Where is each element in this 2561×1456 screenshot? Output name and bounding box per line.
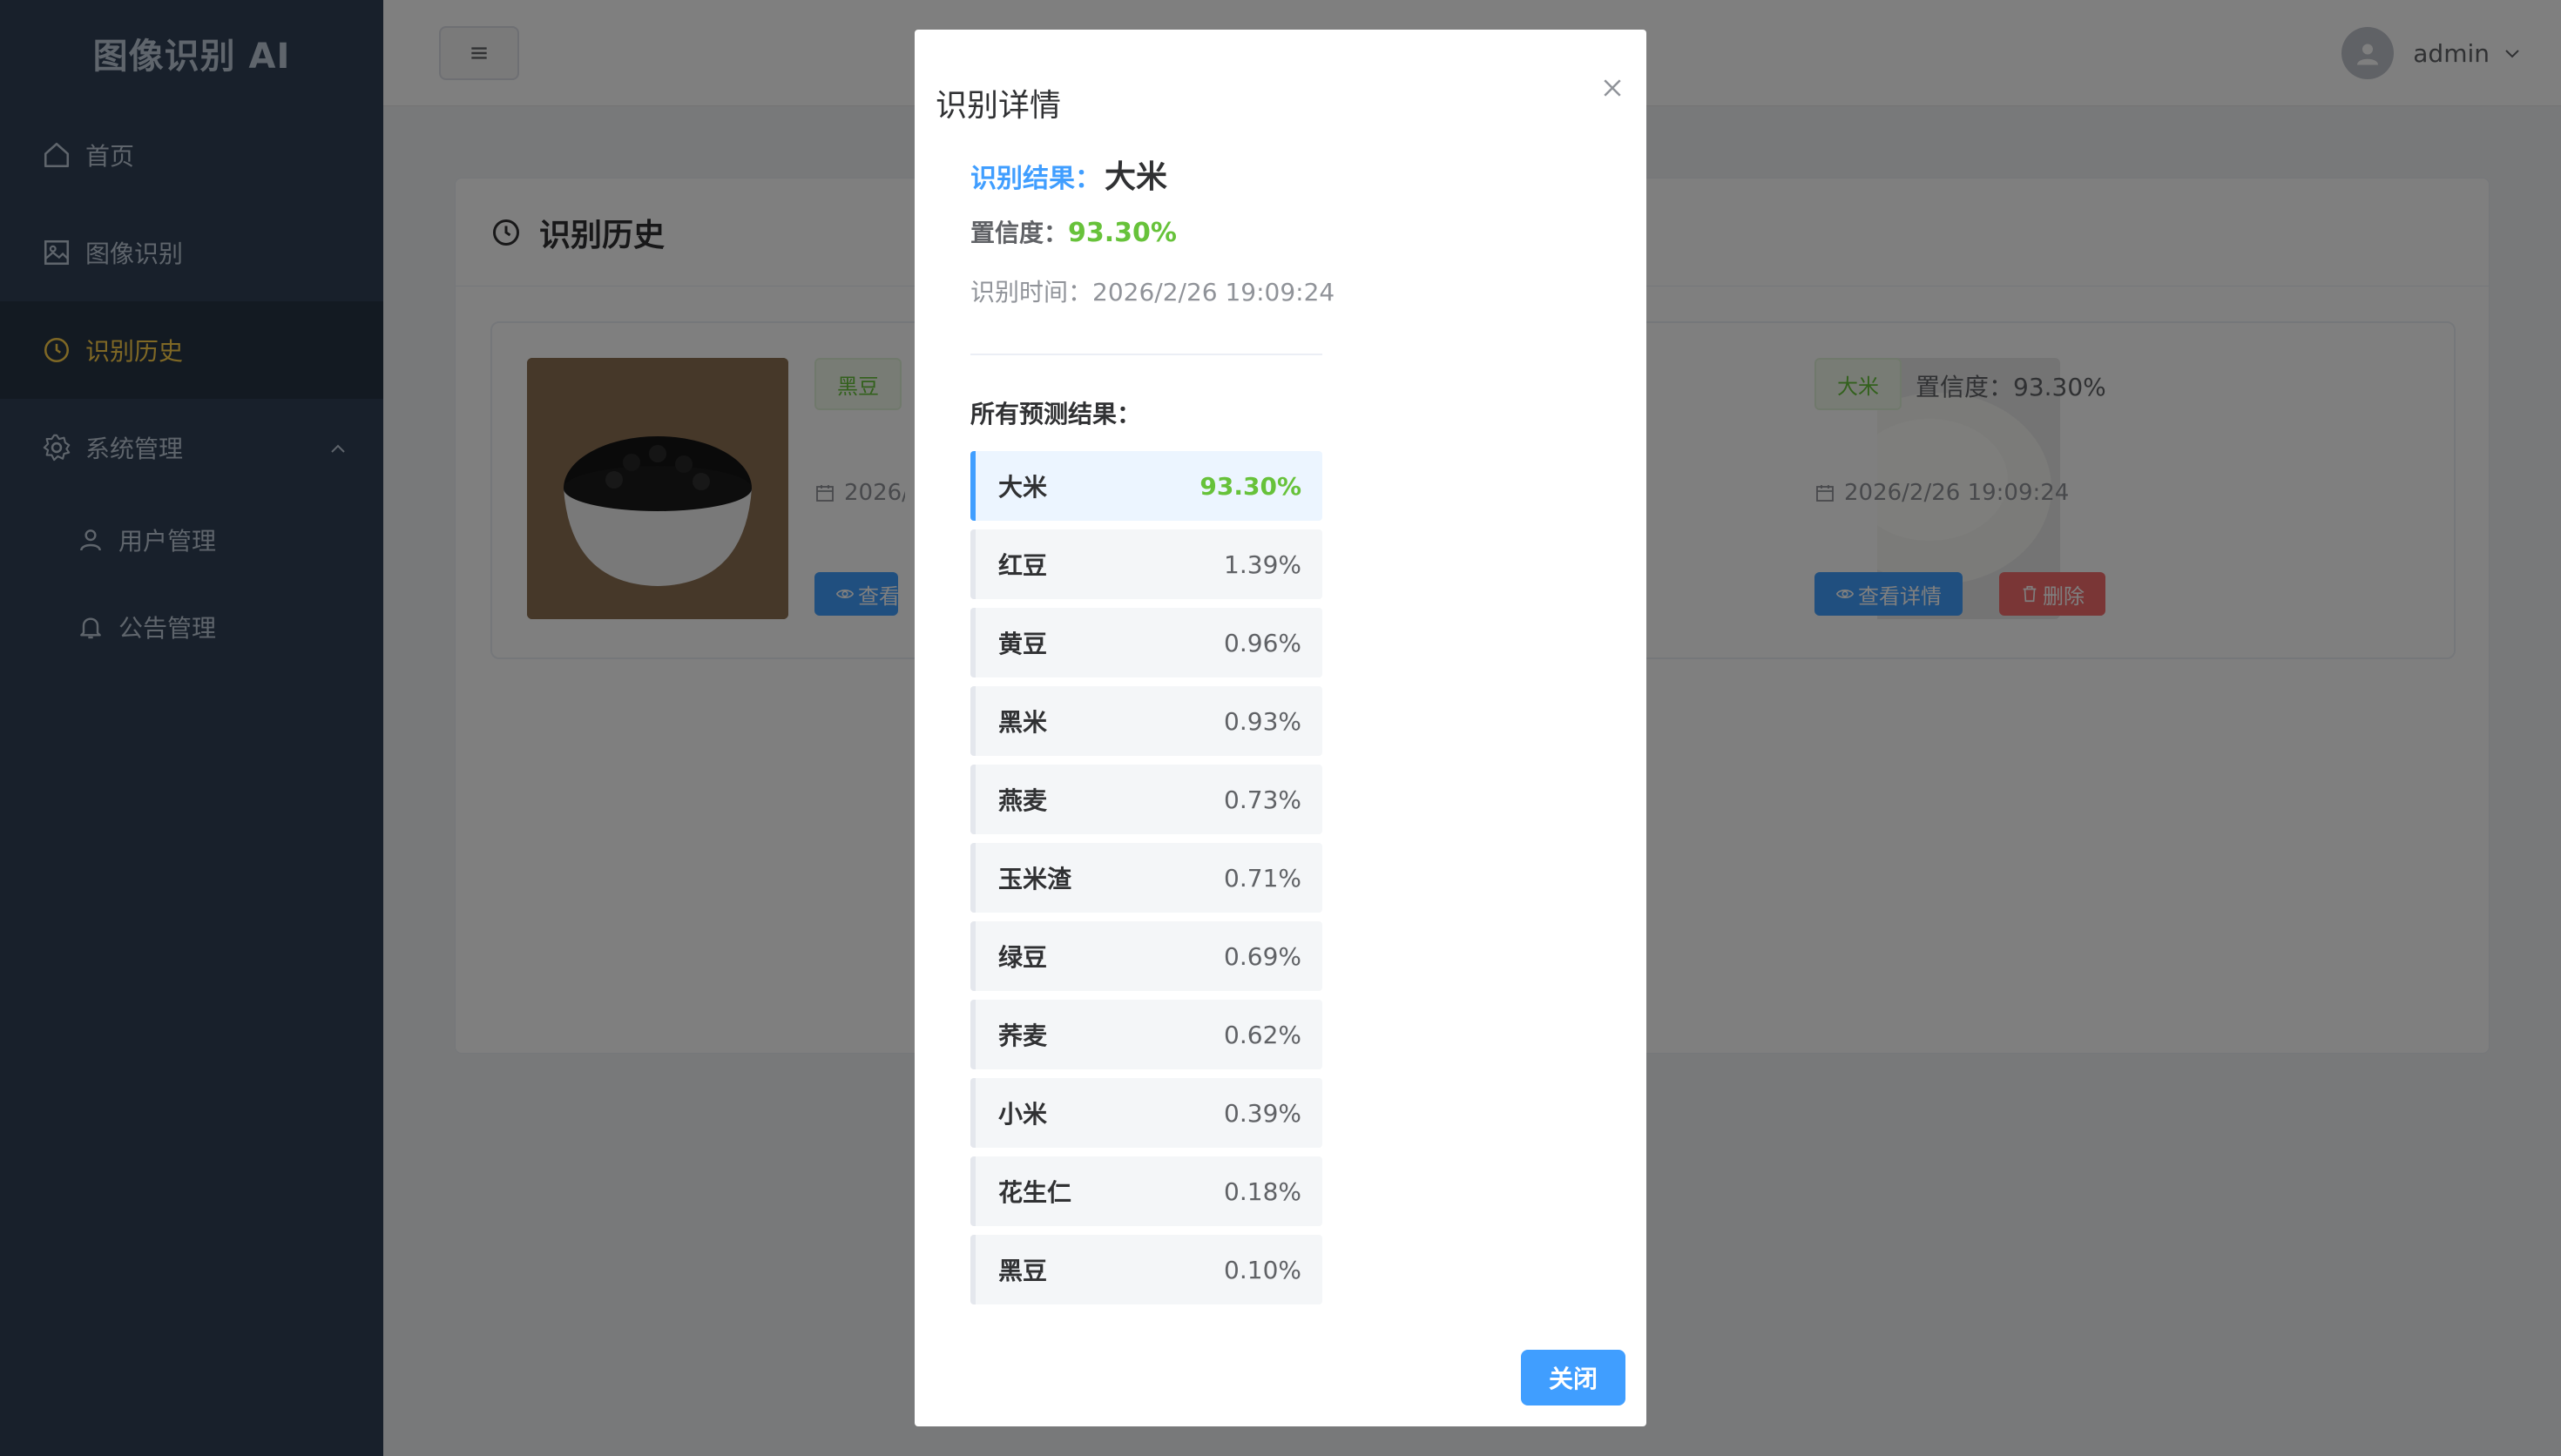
divider (970, 354, 1322, 355)
prediction-value: 93.30% (1199, 471, 1301, 501)
prediction-value: 0.69% (1224, 941, 1301, 971)
prediction-name: 燕麦 (998, 786, 1048, 815)
dialog-title: 识别详情 (936, 88, 1062, 124)
result-label: 识别结果： (970, 164, 1101, 194)
close-button[interactable]: 关闭 (1521, 1350, 1625, 1405)
time-value: 2026/2/26 19:09:24 (1092, 278, 1335, 307)
prediction-value: 0.96% (1224, 628, 1301, 657)
prediction-item: 燕麦 0.73% (970, 765, 1322, 834)
prediction-name: 荞麦 (998, 1021, 1048, 1050)
prediction-item: 玉米渣 0.71% (970, 843, 1322, 913)
prediction-item: 小米 0.39% (970, 1078, 1322, 1148)
prediction-value: 0.39% (1224, 1098, 1301, 1128)
prediction-name: 玉米渣 (998, 865, 1072, 893)
close-icon[interactable] (1599, 75, 1625, 101)
prediction-name: 黑米 (998, 708, 1048, 737)
prediction-value: 0.18% (1224, 1176, 1301, 1206)
confidence-value: 93.30% (1068, 218, 1177, 248)
recognition-result: 识别结果： 大米 (970, 152, 1167, 197)
prediction-name: 大米 (998, 473, 1048, 502)
prediction-value: 0.73% (1224, 785, 1301, 814)
prediction-item: 大米 93.30% (970, 451, 1322, 521)
detail-dialog: 识别详情 识别结果： 大米 置信度： 93.30% 识别时间： 2026/2/2… (915, 30, 1646, 1426)
prediction-item: 黑米 0.93% (970, 686, 1322, 756)
prediction-name: 小米 (998, 1100, 1048, 1129)
prediction-name: 红豆 (998, 551, 1048, 580)
result-value: 大米 (1105, 159, 1168, 195)
all-predictions-title: 所有预测结果： (970, 400, 1142, 428)
prediction-value: 1.39% (1224, 549, 1301, 579)
prediction-item: 黄豆 0.96% (970, 608, 1322, 677)
prediction-value: 0.93% (1224, 706, 1301, 736)
prediction-item: 花生仁 0.18% (970, 1156, 1322, 1226)
prediction-name: 花生仁 (998, 1178, 1072, 1207)
prediction-name: 黄豆 (998, 630, 1048, 658)
time-label: 识别时间： (970, 278, 1093, 307)
prediction-value: 0.10% (1224, 1255, 1301, 1284)
prediction-item: 黑豆 0.10% (970, 1235, 1322, 1304)
prediction-value: 0.71% (1224, 863, 1301, 893)
prediction-list: 大米 93.30% 红豆 1.39% 黄豆 0.96% 黑米 0.93% 燕麦 0.73%… (970, 451, 1322, 1313)
prediction-item: 荞麦 0.62% (970, 1000, 1322, 1069)
prediction-item: 绿豆 0.69% (970, 921, 1322, 991)
confidence-label: 置信度： (970, 219, 1069, 247)
confidence-line: 置信度： 93.30% (970, 214, 1177, 249)
prediction-name: 黑豆 (998, 1257, 1048, 1285)
recognition-time: 识别时间： 2026/2/26 19:09:24 (970, 273, 1335, 308)
prediction-value: 0.62% (1224, 1020, 1301, 1049)
prediction-item: 红豆 1.39% (970, 529, 1322, 599)
prediction-name: 绿豆 (998, 943, 1048, 972)
